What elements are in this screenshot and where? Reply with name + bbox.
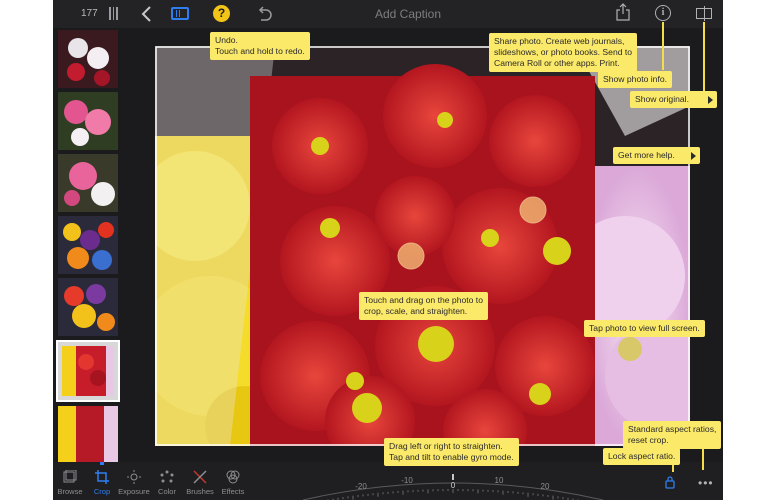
dial-label: 0 [451, 481, 456, 490]
tool-label: Exposure [118, 487, 150, 496]
thumbnail-selected[interactable] [56, 340, 120, 402]
tool-effects[interactable]: Effects [216, 470, 250, 496]
top-toolbar: 177 ? Add Caption i [53, 0, 723, 28]
back-icon[interactable] [139, 5, 153, 23]
tool-color[interactable]: Color [150, 470, 184, 496]
photo-count: 177 [81, 8, 98, 19]
dial-label: 10 [495, 476, 504, 485]
tool-crop[interactable]: Crop [85, 462, 119, 496]
tool-label: Effects [221, 487, 245, 496]
more-options-icon[interactable]: ••• [698, 476, 714, 490]
thumbnail[interactable] [58, 278, 118, 336]
tip-original: Show original. [630, 91, 717, 108]
share-icon[interactable] [616, 3, 630, 21]
caption-field[interactable]: Add Caption [353, 7, 463, 21]
straighten-dial[interactable]: -20 -10 0 10 20 [303, 470, 603, 500]
tool-browse[interactable]: Browse [53, 470, 87, 496]
tip-crop: Touch and drag on the photo to crop, sca… [359, 292, 488, 320]
lock-aspect-icon[interactable] [665, 475, 675, 489]
help-icon[interactable]: ? [213, 5, 230, 22]
undo-icon[interactable] [255, 4, 273, 22]
photo-canvas[interactable] [155, 46, 690, 446]
thumbnail[interactable] [58, 30, 118, 88]
thumbnail-strip [53, 28, 121, 464]
tip-lock: Lock aspect ratio. [603, 448, 681, 465]
color-icon [160, 470, 174, 483]
tool-label: Brushes [186, 487, 214, 496]
thumbnail-grid-icon[interactable] [109, 7, 118, 20]
tip-share: Share photo. Create web journals, slides… [489, 33, 638, 72]
brushes-icon [193, 470, 207, 484]
tool-brushes[interactable]: Brushes [183, 470, 217, 496]
tip-undo: Undo. Touch and hold to redo. [210, 32, 310, 60]
tip-help: Get more help. [613, 147, 700, 164]
thumbnail[interactable] [58, 92, 118, 150]
info-icon[interactable]: i [655, 5, 671, 21]
dial-label: 20 [541, 482, 550, 491]
thumbnail[interactable] [58, 216, 118, 274]
crop-icon [95, 470, 109, 484]
thumbnail[interactable] [58, 154, 118, 212]
tool-label: Crop [93, 487, 111, 496]
browser-toggle-icon[interactable] [171, 7, 189, 20]
browse-icon [63, 470, 77, 483]
tip-info: Show photo info. [598, 71, 673, 88]
tip-fullscreen: Tap photo to view full screen. [584, 320, 705, 337]
tool-label: Color [158, 487, 176, 496]
tip-connector [662, 22, 664, 70]
dial-label: -20 [355, 482, 367, 491]
dial-label: -10 [401, 476, 413, 485]
tip-straighten: Drag left or right to straighten. Tap an… [384, 438, 519, 466]
effects-icon [226, 470, 240, 484]
thumbnail[interactable] [58, 406, 118, 464]
tip-aspect: Standard aspect ratios, reset crop. [623, 421, 722, 449]
tip-connector [703, 22, 705, 96]
exposure-icon [127, 470, 141, 484]
tool-label: Browse [57, 487, 83, 496]
compare-original-icon[interactable] [696, 6, 712, 21]
tool-exposure[interactable]: Exposure [117, 470, 151, 496]
